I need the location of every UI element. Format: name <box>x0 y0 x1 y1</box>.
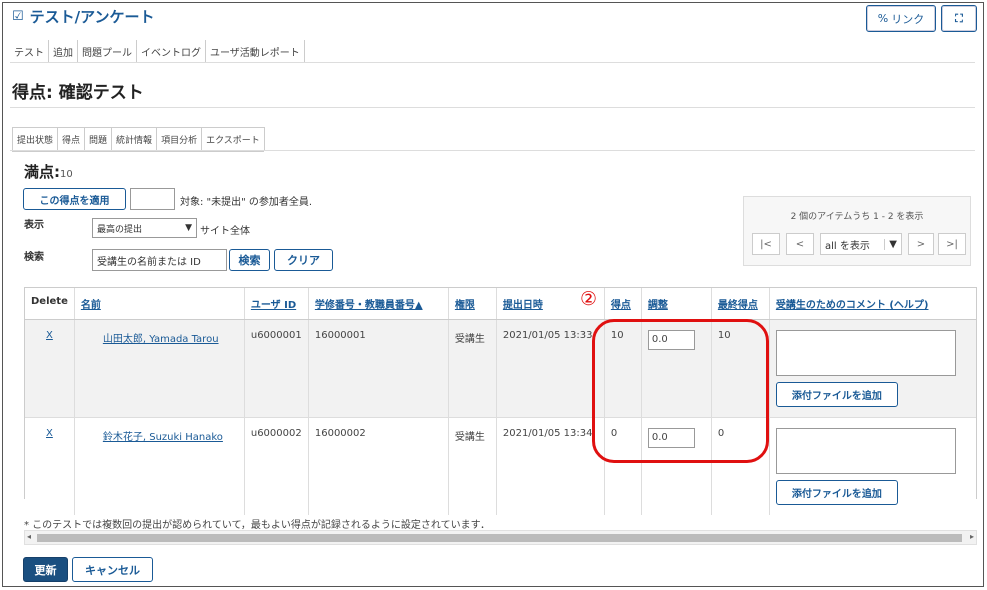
pager: 2 個のアイテムうち 1 - 2 を表示 |< < all を表示 ▼ > >| <box>743 196 971 266</box>
delete-link[interactable]: X <box>46 330 53 341</box>
apply-score-input[interactable] <box>130 188 175 210</box>
table-row: X 山田太郎, Yamada Tarou u6000001 16000001 受… <box>25 319 976 418</box>
tab-submission-status[interactable]: 提出状態 <box>12 127 59 151</box>
display-scope: サイト全体 <box>200 226 250 237</box>
annotation-highlight <box>592 319 769 463</box>
scroll-left-icon[interactable]: ◂ <box>27 532 31 541</box>
caret-down-icon: ▼ <box>185 223 192 233</box>
help-link[interactable]: (ヘルプ) <box>889 300 928 311</box>
prev-page-button[interactable]: < <box>786 233 814 255</box>
nav-item-user-activity[interactable]: ユーザ活動レポート <box>206 40 305 63</box>
user-id: u6000002 <box>243 417 309 515</box>
col-adjust[interactable]: 調整 <box>640 288 712 320</box>
expand-icon: ⛶ <box>955 11 963 25</box>
scores-table: Delete 名前 ユーザ ID 学修番号・教職員番号▲ 権限 提出日時 得点 … <box>24 287 977 515</box>
nav-item-event-log[interactable]: イベントログ <box>137 40 206 63</box>
expand-button[interactable]: ⛶ <box>941 5 977 32</box>
page-size-select[interactable]: all を表示 ▼ <box>820 233 902 255</box>
col-comment-label[interactable]: 受講生のためのコメント <box>776 300 886 311</box>
scroll-right-icon[interactable]: ▸ <box>970 532 974 541</box>
cancel-button[interactable]: キャンセル <box>72 557 153 582</box>
score-subtabs: 提出状態 得点 問題 統計情報 項目分析 エクスポート <box>12 127 265 152</box>
divider <box>10 62 975 63</box>
add-attachment-button[interactable]: 添付ファイルを追加 <box>775 480 898 505</box>
pager-info: 2 個のアイテムうち 1 - 2 を表示 <box>790 212 924 222</box>
max-score: 満点:10 <box>24 161 73 182</box>
student-name-link[interactable]: 山田太郎, Yamada Tarou <box>103 334 219 345</box>
role: 受講生 <box>447 417 497 515</box>
last-page-button[interactable]: >| <box>938 233 966 255</box>
tool-nav: テスト 追加 問題プール イベントログ ユーザ活動レポート <box>10 40 305 63</box>
link-button-label: リンク <box>891 12 925 26</box>
link-button[interactable]: % リンク <box>866 5 936 32</box>
scrollbar-thumb[interactable] <box>37 534 962 542</box>
nav-item-test[interactable]: テスト <box>10 40 49 63</box>
first-page-button[interactable]: |< <box>752 233 780 255</box>
page-title: 得点: 確認テスト <box>12 83 144 103</box>
search-input[interactable]: 受講生の名前または ID <box>92 249 227 271</box>
update-button[interactable]: 更新 <box>23 557 68 582</box>
display-select-value: 最高の提出 <box>97 224 143 235</box>
role: 受講生 <box>447 319 497 418</box>
tab-questions[interactable]: 問題 <box>84 127 113 151</box>
comment-textarea[interactable] <box>775 428 956 474</box>
link-icon: % <box>877 12 889 25</box>
max-score-label: 満点: <box>24 163 60 181</box>
tab-item-analysis[interactable]: 項目分析 <box>156 127 203 151</box>
submitted-date: 2021/01/05 13:34 <box>495 417 605 515</box>
display-label: 表示 <box>24 220 44 231</box>
apply-score-button[interactable]: この得点を適用 <box>23 188 126 210</box>
col-student-number[interactable]: 学修番号・教職員番号▲ <box>307 288 449 320</box>
display-select[interactable]: 最高の提出 ▼ <box>92 218 197 238</box>
col-score[interactable]: 得点 <box>603 288 642 320</box>
caret-down-icon: ▼ <box>884 238 897 250</box>
tool-title: ☑ テスト/アンケート <box>12 6 155 27</box>
search-label: 検索 <box>24 252 44 263</box>
apply-target-text: 対象: "未提出" の参加者全員. <box>180 197 313 208</box>
col-user-id[interactable]: ユーザ ID <box>243 288 309 320</box>
student-number: 16000002 <box>307 417 449 515</box>
user-id: u6000001 <box>243 319 309 418</box>
comment-textarea[interactable] <box>775 330 956 376</box>
horizontal-scrollbar[interactable]: ◂ ▸ <box>24 530 977 545</box>
col-delete: Delete <box>25 288 75 320</box>
tool-title-text: テスト/アンケート <box>29 8 155 26</box>
search-button[interactable]: 検索 <box>229 249 270 271</box>
page-size-value: all を表示 <box>825 240 870 252</box>
footnote: * このテストでは複数回の提出が認められていて，最もよい得点が記録されるように設… <box>24 520 491 531</box>
table-header-row: Delete 名前 ユーザ ID 学修番号・教職員番号▲ 権限 提出日時 得点 … <box>25 288 976 320</box>
tab-export[interactable]: エクスポート <box>201 127 265 151</box>
submitted-date: 2021/01/05 13:33 <box>495 319 605 418</box>
nav-item-question-pool[interactable]: 問題プール <box>78 40 137 63</box>
max-score-value: 10 <box>60 169 73 180</box>
divider <box>10 150 975 151</box>
add-attachment-button[interactable]: 添付ファイルを追加 <box>775 382 898 407</box>
col-name[interactable]: 名前 <box>73 288 245 320</box>
next-page-button[interactable]: > <box>908 233 934 255</box>
table-row: X 鈴木花子, Suzuki Hanako u6000002 16000002 … <box>25 417 976 515</box>
delete-link[interactable]: X <box>46 428 53 439</box>
col-role[interactable]: 権限 <box>447 288 497 320</box>
student-number: 16000001 <box>307 319 449 418</box>
col-comment: 受講生のためのコメント (ヘルプ) <box>768 288 976 320</box>
annotation-number: ② <box>580 288 598 310</box>
col-final-score[interactable]: 最終得点 <box>710 288 770 320</box>
nav-item-add[interactable]: 追加 <box>49 40 78 63</box>
tab-scores[interactable]: 得点 <box>57 127 86 151</box>
check-square-icon: ☑ <box>12 9 24 24</box>
student-name-link[interactable]: 鈴木花子, Suzuki Hanako <box>103 432 223 443</box>
tab-statistics[interactable]: 統計情報 <box>111 127 158 151</box>
divider <box>10 107 975 108</box>
clear-button[interactable]: クリア <box>274 249 333 271</box>
